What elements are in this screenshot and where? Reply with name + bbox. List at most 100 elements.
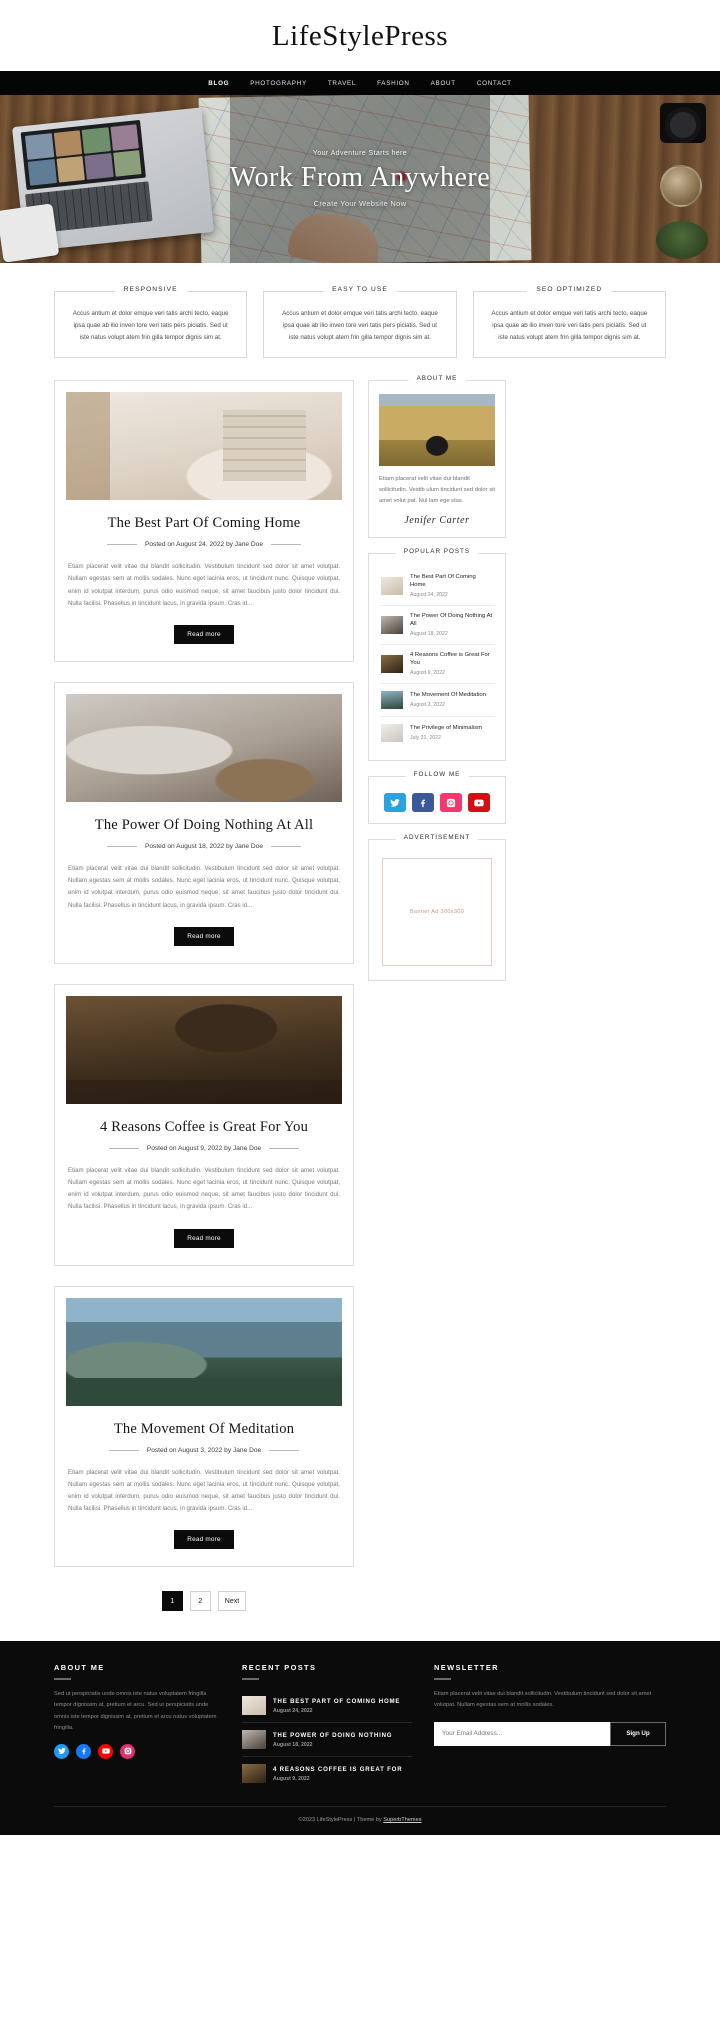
footer-post-date: August 24, 2022 bbox=[273, 1707, 313, 1714]
hero-title: Work From Anywhere bbox=[229, 162, 491, 193]
widget-advertisement: ADVERTISEMENT Banner Ad 300x300 bbox=[368, 834, 506, 982]
read-more-button[interactable]: Read more bbox=[174, 1530, 234, 1550]
read-more-button[interactable]: Read more bbox=[174, 1228, 234, 1248]
post-title[interactable]: The Power Of Doing Nothing At All bbox=[66, 817, 342, 834]
main-layout: The Best Part Of Coming Home Posted on Au… bbox=[0, 375, 720, 1641]
footer-recent-heading: RECENT POSTS bbox=[242, 1663, 317, 1673]
nav-item-about[interactable]: ABOUT bbox=[431, 80, 456, 87]
post-excerpt: Etiam placerat velit vitae dui blandit s… bbox=[68, 1468, 340, 1513]
post-thumbnail[interactable] bbox=[66, 694, 342, 803]
footer-post-thumbnail bbox=[242, 1764, 266, 1784]
footer-facebook-icon[interactable] bbox=[76, 1743, 91, 1759]
footer-youtube-icon[interactable] bbox=[98, 1743, 113, 1759]
popular-post-item[interactable]: The Movement Of Meditation August 3, 2022 bbox=[379, 684, 495, 718]
footer-recent-post[interactable]: 4 REASONS COFFEE IS GREAT FOR August 9, 2… bbox=[242, 1757, 412, 1790]
post-card: 4 Reasons Coffee is Great For You Posted … bbox=[54, 983, 354, 1266]
post-meta: Posted on August 3, 2022 by Jane Doe bbox=[66, 1447, 342, 1454]
footer-heading-rule bbox=[434, 1678, 451, 1681]
read-more-wrap: Read more bbox=[66, 623, 342, 650]
footer-post-title: 4 REASONS COFFEE IS GREAT FOR bbox=[273, 1765, 403, 1773]
about-me-photo bbox=[379, 394, 495, 467]
pagination-page-1[interactable]: 1 bbox=[161, 1591, 183, 1612]
footer-social-links bbox=[54, 1743, 220, 1759]
post-thumbnail[interactable] bbox=[66, 392, 342, 501]
nav-item-photography[interactable]: PHOTOGRAPHY bbox=[250, 80, 307, 87]
post-title[interactable]: The Movement Of Meditation bbox=[66, 1421, 342, 1438]
newsletter-signup-button[interactable]: Sign Up bbox=[610, 1721, 666, 1746]
popular-post-date: August 24, 2022 bbox=[410, 592, 448, 599]
nav-item-blog[interactable]: BLOG bbox=[208, 80, 229, 87]
widget-heading: ADVERTISEMENT bbox=[395, 834, 479, 842]
footer-post-body: THE POWER OF DOING NOTHING August 18, 202… bbox=[273, 1732, 392, 1748]
pagination-next[interactable]: Next bbox=[217, 1591, 247, 1612]
widget-heading: FOLLOW ME bbox=[405, 771, 469, 779]
popular-post-body: The Movement Of Meditation August 3, 2022 bbox=[410, 692, 486, 708]
post-meta: Posted on August 9, 2022 by Jane Doe bbox=[66, 1145, 342, 1152]
footer-newsletter-heading: NEWSLETTER bbox=[434, 1663, 499, 1673]
popular-post-title: The Best Part Of Coming Home bbox=[410, 574, 476, 589]
feature-boxes: RESPONSIVE Accus antium et dolor emque ve… bbox=[0, 263, 720, 377]
post-card: The Movement Of Meditation Posted on Augu… bbox=[54, 1285, 354, 1568]
post-meta-text: Posted on August 24, 2022 by Jane Doe bbox=[144, 541, 264, 549]
meta-divider bbox=[271, 544, 302, 546]
youtube-icon[interactable] bbox=[468, 793, 490, 813]
popular-post-title: The Privilege of Minimalism bbox=[410, 725, 483, 732]
footer-heading-rule bbox=[242, 1678, 259, 1681]
ad-placeholder[interactable]: Banner Ad 300x300 bbox=[382, 858, 492, 967]
pagination-page-2[interactable]: 2 bbox=[189, 1591, 211, 1612]
post-meta: Posted on August 18, 2022 by Jane Doe bbox=[66, 843, 342, 850]
read-more-wrap: Read more bbox=[66, 1528, 342, 1555]
popular-post-item[interactable]: The Privilege of Minimalism July 31, 2022 bbox=[379, 717, 495, 749]
post-title[interactable]: 4 Reasons Coffee is Great For You bbox=[66, 1119, 342, 1136]
popular-post-date: August 3, 2022 bbox=[410, 702, 445, 709]
facebook-icon[interactable] bbox=[412, 793, 434, 813]
footer-post-title: THE POWER OF DOING NOTHING bbox=[273, 1731, 393, 1739]
post-title[interactable]: The Best Part Of Coming Home bbox=[66, 515, 342, 532]
footer-post-body: 4 REASONS COFFEE IS GREAT FOR August 9, 2… bbox=[273, 1766, 402, 1782]
popular-post-item[interactable]: The Best Part Of Coming Home August 24, 2… bbox=[379, 567, 495, 607]
nav-item-fashion[interactable]: FASHION bbox=[377, 80, 410, 87]
popular-post-item[interactable]: 4 Reasons Coffee is Great For You August … bbox=[379, 645, 495, 685]
post-meta-text: Posted on August 18, 2022 by Jane Doe bbox=[144, 843, 264, 851]
hero-cta-link[interactable]: Create Your Website Now bbox=[314, 199, 407, 208]
hero-banner: Your Adventure Starts here Work From Any… bbox=[0, 95, 720, 263]
feature-box: SEO OPTIMIZED Accus antium et dolor emque… bbox=[472, 286, 666, 359]
instagram-icon[interactable] bbox=[440, 793, 462, 813]
popular-post-body: 4 Reasons Coffee is Great For You August … bbox=[410, 652, 493, 676]
popular-post-title: The Movement Of Meditation bbox=[410, 692, 486, 699]
read-more-button[interactable]: Read more bbox=[174, 926, 234, 946]
sidebar: ABOUT ME Etiam placerat velit vitae dui b… bbox=[368, 375, 506, 996]
footer-instagram-icon[interactable] bbox=[120, 1743, 135, 1759]
widget-about-me: ABOUT ME Etiam placerat velit vitae dui b… bbox=[368, 375, 506, 539]
footer-about-heading: ABOUT ME bbox=[54, 1663, 105, 1673]
footer-recent-post[interactable]: THE BEST PART OF COMING HOME August 24, 2… bbox=[242, 1689, 412, 1724]
popular-post-thumbnail bbox=[381, 616, 403, 635]
post-card: The Power Of Doing Nothing At All Posted … bbox=[54, 682, 354, 964]
hero-content: Your Adventure Starts here Work From Any… bbox=[0, 95, 720, 263]
popular-post-thumbnail bbox=[381, 724, 403, 743]
popular-post-item[interactable]: The Power Of Doing Nothing At All August … bbox=[379, 606, 495, 646]
meta-divider bbox=[269, 1449, 300, 1451]
main-navigation: BLOG PHOTOGRAPHY TRAVEL FASHION ABOUT CONTACT bbox=[0, 71, 720, 95]
social-row bbox=[379, 790, 495, 813]
footer-recent-column: RECENT POSTS THE BEST PART OF COMING HOM… bbox=[242, 1663, 412, 1790]
ad-placeholder-text: Banner Ad 300x300 bbox=[409, 909, 465, 916]
post-thumbnail[interactable] bbox=[66, 995, 342, 1104]
hero-eyebrow: Your Adventure Starts here bbox=[312, 150, 408, 157]
feature-box: EASY TO USE Accus antium et dolor emque v… bbox=[263, 286, 457, 359]
twitter-icon[interactable] bbox=[384, 793, 406, 813]
footer-twitter-icon[interactable] bbox=[54, 1743, 69, 1759]
nav-item-travel[interactable]: TRAVEL bbox=[328, 80, 356, 87]
read-more-button[interactable]: Read more bbox=[174, 625, 234, 645]
theme-author-link[interactable]: SuperbThemes bbox=[383, 1817, 421, 1823]
nav-item-contact[interactable]: CONTACT bbox=[477, 80, 512, 87]
widget-follow-me: FOLLOW ME bbox=[368, 771, 506, 825]
post-thumbnail[interactable] bbox=[66, 1297, 342, 1406]
feature-text: Accus antium et dolor emque veri tatis a… bbox=[282, 310, 438, 342]
newsletter-email-input[interactable] bbox=[434, 1721, 610, 1746]
popular-post-date: July 31, 2022 bbox=[410, 735, 441, 742]
feature-heading: RESPONSIVE bbox=[114, 286, 187, 293]
copyright: ©2023 LifeStylePress | Theme by SuperbTh… bbox=[54, 1806, 666, 1823]
footer-recent-post[interactable]: THE POWER OF DOING NOTHING August 18, 202… bbox=[242, 1723, 412, 1758]
meta-divider bbox=[106, 846, 137, 848]
